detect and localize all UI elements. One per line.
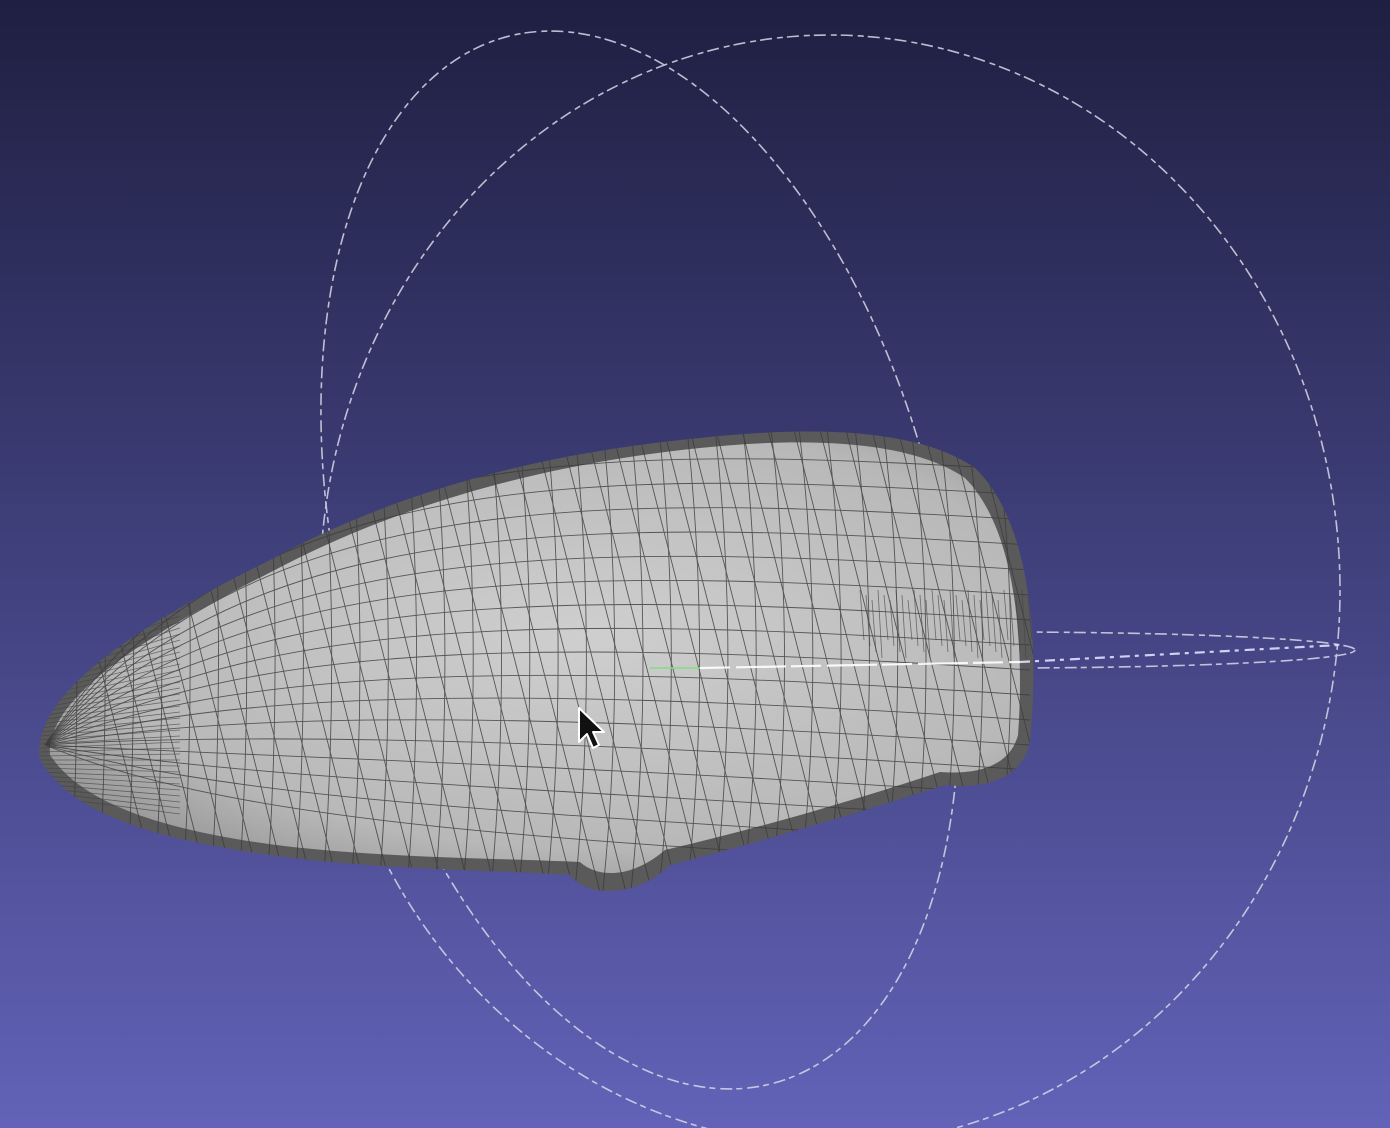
scene-canvas[interactable] — [0, 0, 1390, 1128]
3d-viewport[interactable] — [0, 0, 1390, 1128]
